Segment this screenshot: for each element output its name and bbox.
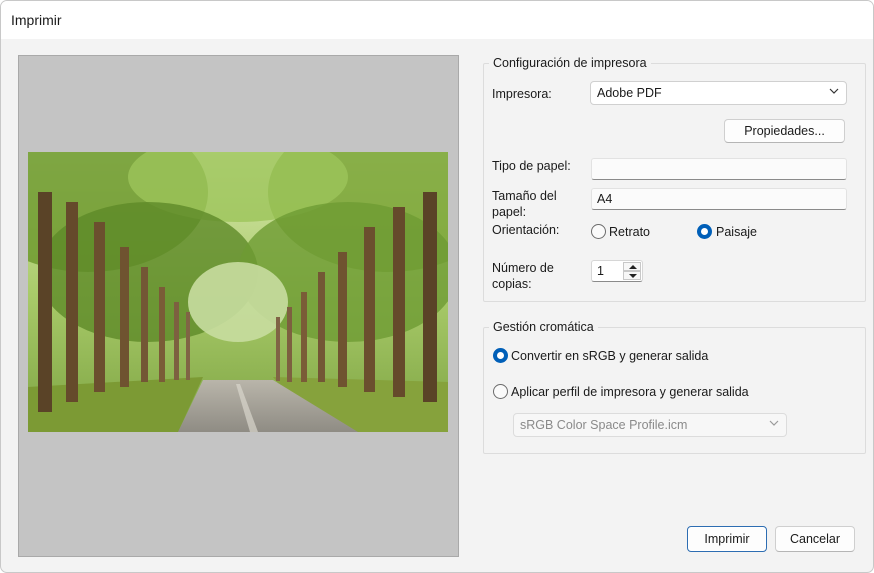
profile-select-value: sRGB Color Space Profile.icm	[520, 418, 688, 432]
chevron-down-icon	[829, 88, 839, 94]
cancel-button[interactable]: Cancelar	[775, 526, 855, 552]
window-title: Imprimir	[11, 12, 62, 28]
printer-config-title: Configuración de impresora	[489, 56, 651, 70]
paper-size-label-line1: Tamaño del	[492, 189, 557, 203]
preview-image	[28, 152, 448, 432]
increment-button[interactable]	[623, 262, 641, 271]
preview-image-art	[28, 152, 448, 432]
title-bar[interactable]: Imprimir	[1, 1, 873, 39]
chevron-down-icon	[769, 420, 779, 426]
color-management-title: Gestión cromática	[489, 320, 598, 334]
arrow-up-icon	[629, 265, 637, 269]
arrow-down-icon	[629, 274, 637, 278]
copies-label-line2: copias:	[492, 277, 532, 291]
paper-type-field[interactable]	[591, 158, 847, 180]
print-dialog: Imprimir Configuración de impresora Impr…	[0, 0, 874, 573]
decrement-button[interactable]	[623, 271, 641, 280]
printer-select-value: Adobe PDF	[597, 86, 662, 100]
orientation-label: Orientación:	[492, 223, 560, 237]
orientation-landscape-label[interactable]: Paisaje	[716, 224, 757, 240]
print-preview-pane	[18, 55, 459, 557]
orientation-portrait-label[interactable]: Retrato	[609, 224, 650, 240]
print-button[interactable]: Imprimir	[687, 526, 767, 552]
printer-profile-label[interactable]: Aplicar perfil de impresora y generar sa…	[511, 384, 749, 400]
paper-type-label: Tipo de papel:	[492, 159, 571, 173]
convert-srgb-radio[interactable]	[493, 348, 508, 363]
profile-select[interactable]: sRGB Color Space Profile.icm	[513, 413, 787, 437]
convert-srgb-label[interactable]: Convertir en sRGB y generar salida	[511, 348, 708, 364]
printer-label: Impresora:	[492, 87, 552, 101]
paper-size-label-line2: papel:	[492, 205, 527, 219]
orientation-landscape-radio[interactable]	[697, 224, 712, 239]
printer-profile-radio[interactable]	[493, 384, 508, 399]
copies-label-line1: Número de	[492, 261, 554, 275]
copies-stepper[interactable]: 1	[591, 260, 643, 282]
copies-stepper-arrows	[623, 262, 641, 280]
printer-select[interactable]: Adobe PDF	[590, 81, 847, 105]
orientation-portrait-radio[interactable]	[591, 224, 606, 239]
properties-button[interactable]: Propiedades...	[724, 119, 845, 143]
copies-value[interactable]: 1	[597, 264, 604, 278]
paper-size-field[interactable]: A4	[591, 188, 847, 210]
